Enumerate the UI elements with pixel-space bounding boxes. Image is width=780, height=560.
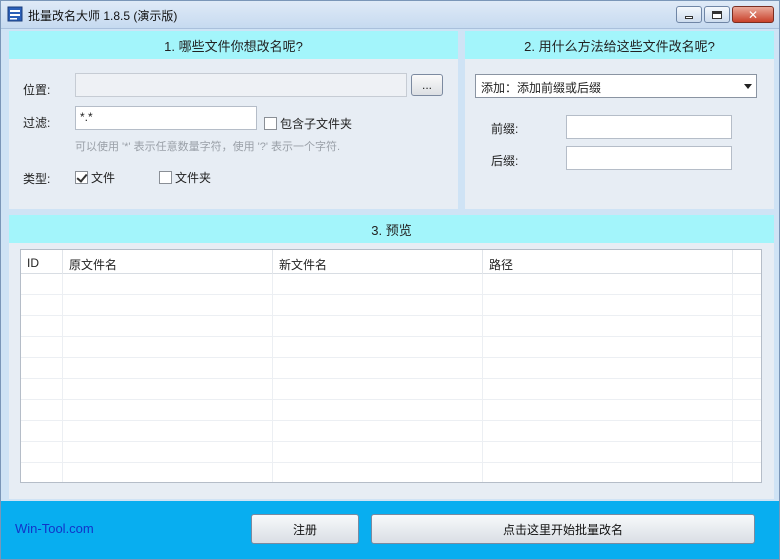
column-divider bbox=[732, 274, 733, 482]
source-files-header: 1. 哪些文件你想改名呢? bbox=[9, 31, 458, 59]
title-bar[interactable]: 批量改名大师 1.8.5 (演示版) ✕ bbox=[1, 1, 779, 29]
column-divider bbox=[482, 274, 483, 482]
filter-input[interactable]: *.* bbox=[75, 106, 257, 130]
filter-hint: 可以使用 '*' 表示任意数量字符，使用 '?' 表示一个字符. bbox=[75, 141, 341, 153]
preview-table-header: ID 原文件名 新文件名 路径 bbox=[21, 250, 761, 274]
preview-header: 3. 预览 bbox=[9, 215, 774, 243]
column-header-id[interactable]: ID bbox=[21, 250, 63, 274]
method-selected-value: 添加：添加前缀或后缀 bbox=[481, 81, 602, 95]
preview-table[interactable]: ID 原文件名 新文件名 路径 bbox=[20, 249, 762, 483]
type-file-box[interactable] bbox=[75, 171, 88, 184]
window-title: 批量改名大师 1.8.5 (演示版) bbox=[28, 9, 178, 23]
type-folder-checkbox[interactable]: 文件夹 bbox=[159, 169, 211, 186]
include-subfolders-label: 包含子文件夹 bbox=[280, 117, 353, 131]
column-header-new-name[interactable]: 新文件名 bbox=[273, 250, 483, 274]
suffix-input[interactable] bbox=[566, 146, 732, 170]
footer-bar: Win-Tool.com 注册 点击这里开始批量改名 bbox=[1, 501, 779, 559]
start-rename-button[interactable]: 点击这里开始批量改名 bbox=[371, 514, 755, 544]
suffix-label: 后缀: bbox=[491, 154, 519, 168]
method-select[interactable]: 添加：添加前缀或后缀 bbox=[475, 74, 757, 98]
location-input[interactable] bbox=[75, 73, 407, 97]
filter-label: 过滤: bbox=[23, 116, 51, 130]
app-window: 批量改名大师 1.8.5 (演示版) ✕ 1. 哪些文件你想改名呢? 位置: .… bbox=[0, 0, 780, 560]
column-divider bbox=[62, 274, 63, 482]
column-divider bbox=[272, 274, 273, 482]
type-label: 类型: bbox=[23, 172, 51, 186]
prefix-input[interactable] bbox=[566, 115, 732, 139]
prefix-label: 前缀: bbox=[491, 122, 519, 136]
preview-table-body bbox=[21, 274, 761, 482]
column-header-original-name[interactable]: 原文件名 bbox=[63, 250, 273, 274]
include-subfolders-box[interactable] bbox=[264, 117, 277, 130]
source-files-panel: 1. 哪些文件你想改名呢? 位置: ... 过滤: *.* 包含子文件夹 可以使… bbox=[9, 31, 458, 209]
maximize-icon bbox=[712, 10, 722, 19]
minimize-button[interactable] bbox=[676, 6, 702, 23]
rename-method-header: 2. 用什么方法给这些文件改名呢? bbox=[465, 31, 774, 59]
preview-panel: 3. 预览 ID 原文件名 新文件名 路径 bbox=[9, 215, 774, 499]
app-icon bbox=[7, 6, 23, 22]
include-subfolders-checkbox[interactable]: 包含子文件夹 bbox=[264, 115, 352, 132]
type-file-label: 文件 bbox=[91, 171, 116, 185]
brand-link[interactable]: Win-Tool.com bbox=[15, 521, 94, 536]
chevron-down-icon bbox=[744, 84, 752, 89]
minimize-icon bbox=[685, 16, 693, 19]
type-folder-box[interactable] bbox=[159, 171, 172, 184]
column-header-filler bbox=[733, 250, 761, 274]
column-header-path[interactable]: 路径 bbox=[483, 250, 733, 274]
close-button[interactable]: ✕ bbox=[732, 6, 774, 23]
window-controls: ✕ bbox=[674, 6, 774, 23]
register-button[interactable]: 注册 bbox=[251, 514, 359, 544]
close-icon: ✕ bbox=[747, 7, 759, 22]
maximize-button[interactable] bbox=[704, 6, 730, 23]
rename-method-panel: 2. 用什么方法给这些文件改名呢? 添加：添加前缀或后缀 前缀: 后缀: bbox=[465, 31, 774, 209]
location-label: 位置: bbox=[23, 83, 51, 97]
type-folder-label: 文件夹 bbox=[175, 171, 212, 185]
browse-button[interactable]: ... bbox=[411, 74, 443, 96]
type-file-checkbox[interactable]: 文件 bbox=[75, 169, 115, 186]
